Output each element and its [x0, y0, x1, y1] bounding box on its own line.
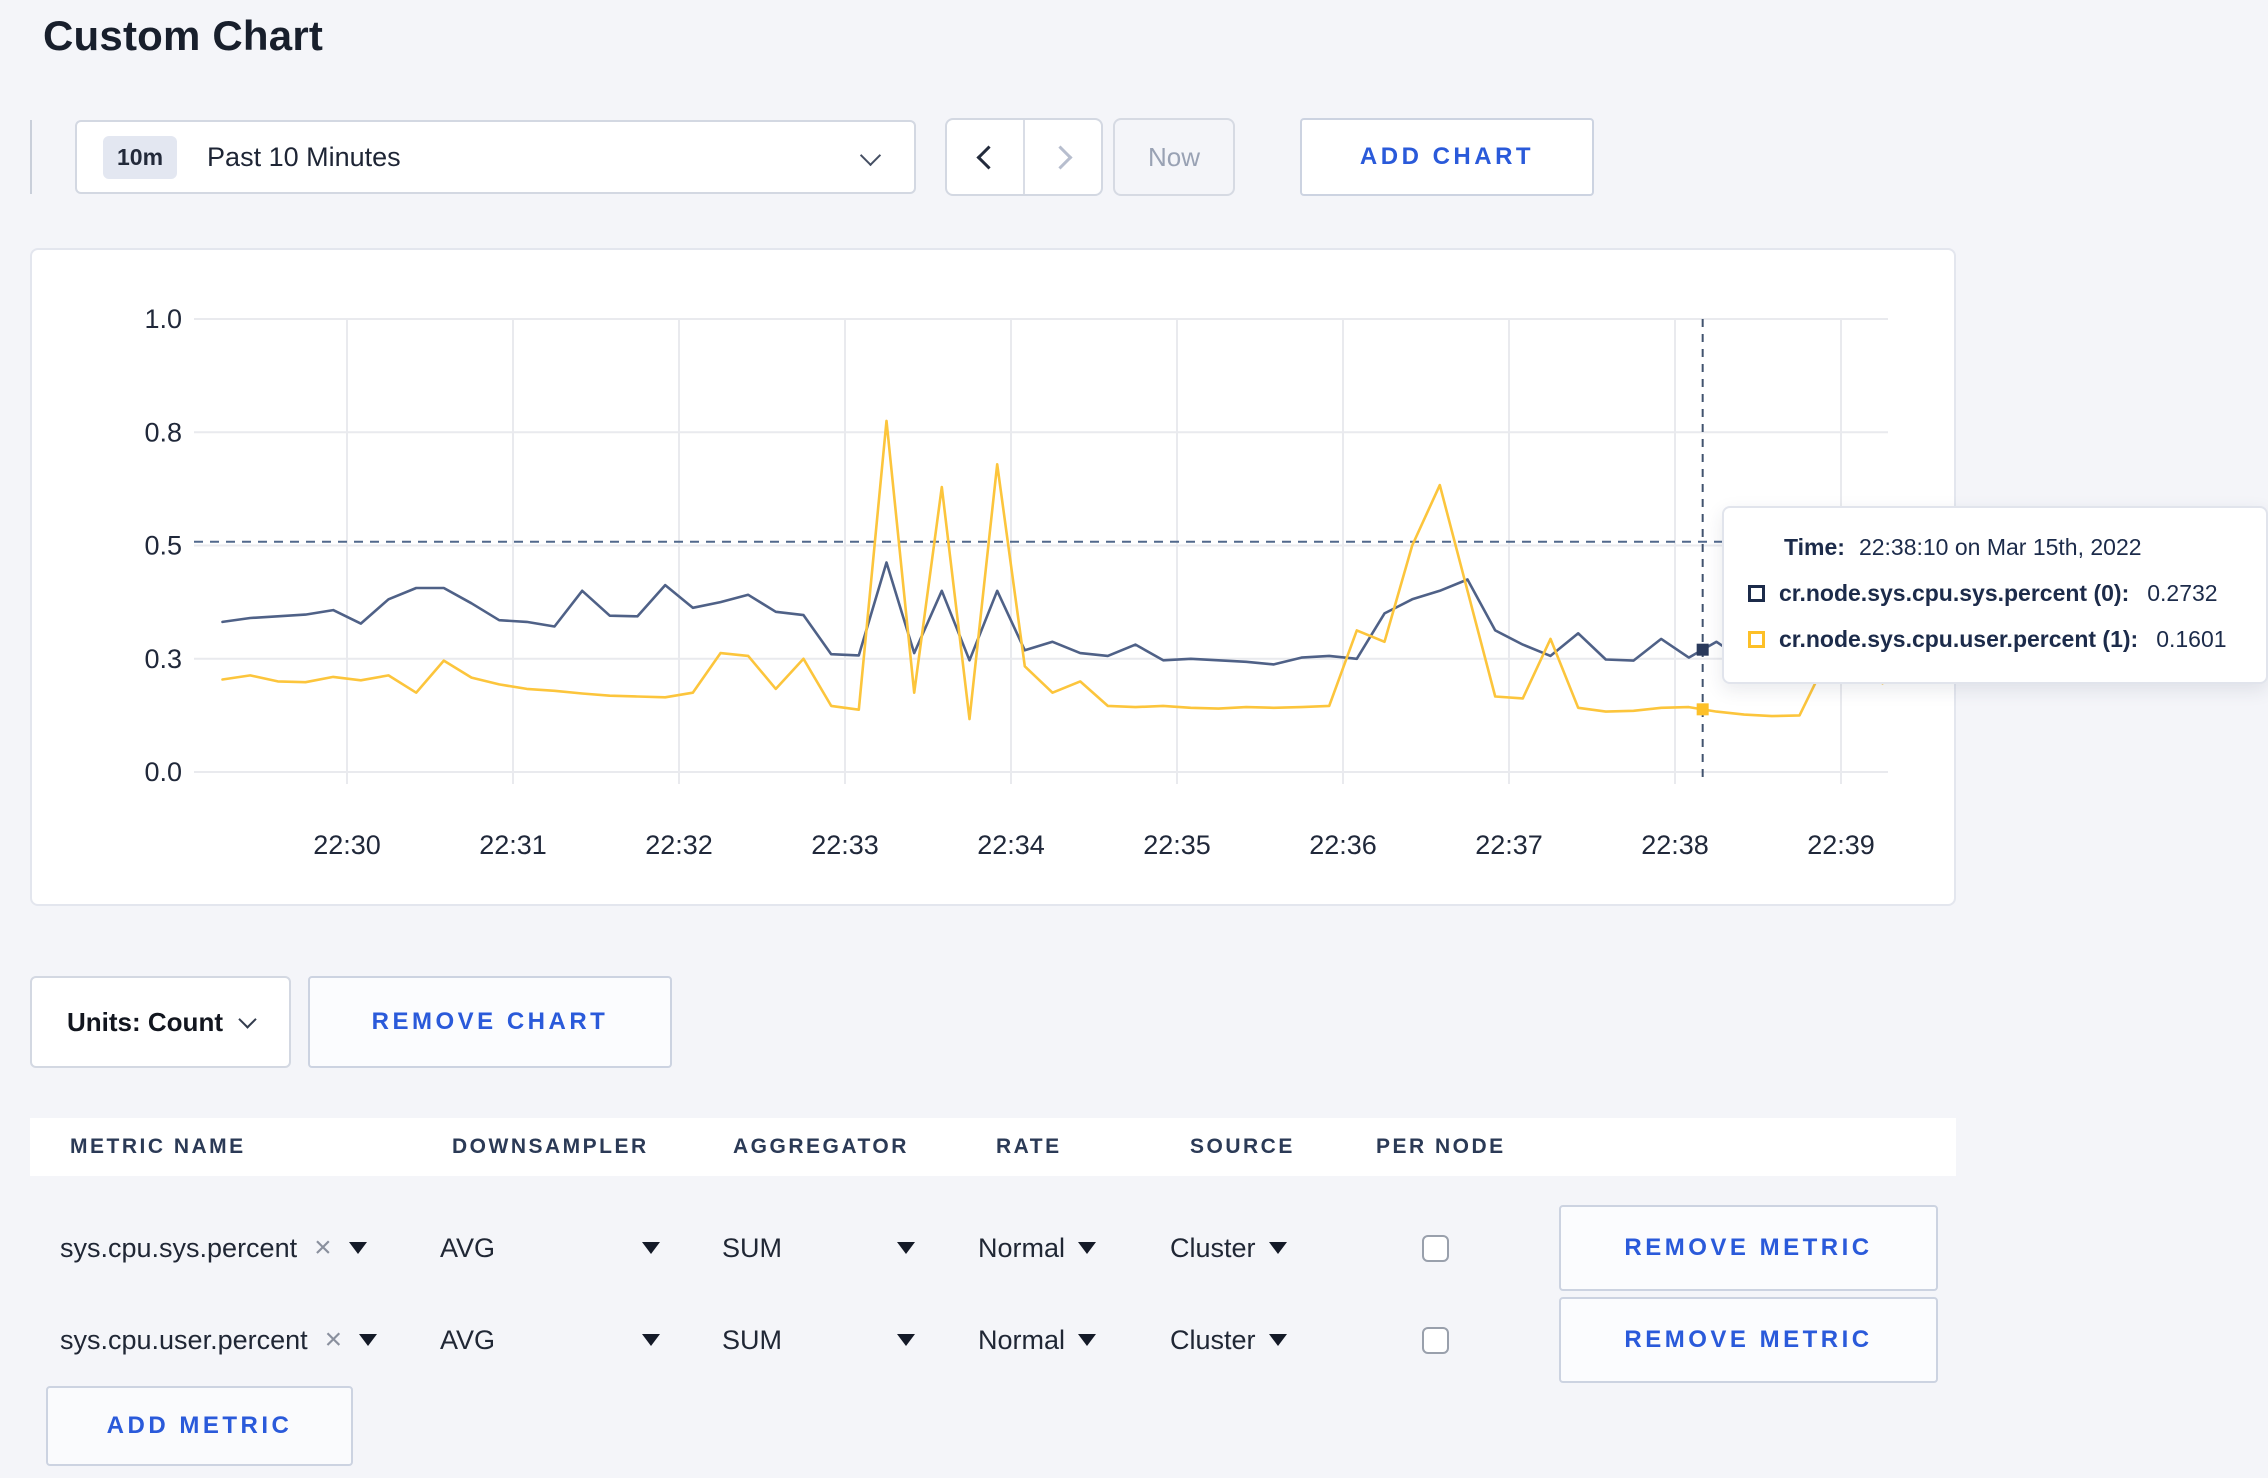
- source-value: Cluster: [1170, 1232, 1256, 1263]
- aggregator-value[interactable]: SUM: [722, 1204, 782, 1292]
- chevron-down-icon: [238, 1009, 257, 1029]
- y-axis-label: 0.0: [144, 757, 182, 787]
- header-rate: RATE: [996, 1135, 1062, 1158]
- dropdown-caret-icon: [897, 1242, 915, 1254]
- rate-value: Normal: [978, 1324, 1066, 1355]
- units-label: Units: Count: [67, 1006, 223, 1037]
- aggregator-value[interactable]: SUM: [722, 1296, 782, 1384]
- time-range-select[interactable]: 10m Past 10 Minutes: [75, 120, 916, 194]
- time-nav-group: [945, 118, 1103, 196]
- dropdown-caret-icon: [1268, 1242, 1287, 1254]
- dropdown-caret-icon: [1268, 1334, 1287, 1346]
- page-title: Custom Chart: [43, 12, 324, 59]
- now-button[interactable]: Now: [1113, 118, 1235, 196]
- tooltip-series-row: cr.node.sys.cpu.sys.percent (0): 0.2732: [1748, 580, 2240, 607]
- metric-name-select[interactable]: sys.cpu.sys.percent ×: [60, 1204, 367, 1292]
- rate-value: Normal: [978, 1232, 1066, 1263]
- chart-card: 0.0 0.3 0.5 0.8 1.0 22:30 22:31 22:32 22:33 22:34…: [30, 248, 1956, 906]
- dropdown-caret-icon: [1078, 1334, 1097, 1346]
- x-axis-label: 22:31: [479, 830, 547, 860]
- header-source: SOURCE: [1190, 1135, 1295, 1158]
- next-time-button[interactable]: [1023, 120, 1101, 194]
- dropdown-caret-icon: [642, 1242, 660, 1254]
- chevron-left-icon: [975, 144, 1001, 170]
- tooltip-series-value: 0.1601: [2156, 626, 2227, 652]
- toolbar-left-divider: [30, 120, 32, 194]
- dropdown-caret-icon: [897, 1334, 915, 1346]
- tooltip-time-value: 22:38:10 on Mar 15th, 2022: [1858, 534, 2142, 560]
- time-range-label: Past 10 Minutes: [207, 141, 401, 172]
- source-value: Cluster: [1170, 1324, 1256, 1355]
- chart-plot-area[interactable]: [194, 319, 1888, 772]
- units-select[interactable]: Units: Count: [30, 976, 291, 1068]
- tooltip-series-row: cr.node.sys.cpu.user.percent (1): 0.1601: [1748, 626, 2240, 653]
- aggregator-select[interactable]: [897, 1204, 915, 1292]
- y-axis-label: 0.8: [144, 417, 182, 447]
- tooltip-time-label: Time:: [1784, 534, 1845, 560]
- y-axis-label: 1.0: [144, 304, 182, 334]
- time-range-badge: 10m: [103, 135, 178, 179]
- dropdown-caret-icon[interactable]: [359, 1334, 378, 1346]
- metric-name-select[interactable]: sys.cpu.user.percent ×: [60, 1296, 378, 1384]
- x-axis-label: 22:39: [1807, 830, 1875, 860]
- downsampler-select[interactable]: [642, 1296, 660, 1384]
- chevron-right-icon: [1047, 144, 1073, 170]
- header-aggregator: AGGREGATOR: [733, 1135, 909, 1158]
- source-select[interactable]: Cluster: [1170, 1296, 1287, 1384]
- tooltip-series-name: cr.node.sys.cpu.user.percent (1):: [1779, 626, 2139, 652]
- metrics-table-header: METRIC NAME DOWNSAMPLER AGGREGATOR RATE …: [30, 1118, 1956, 1176]
- x-axis-label: 22:33: [811, 830, 879, 860]
- x-axis-label: 22:34: [977, 830, 1045, 860]
- x-axis-label: 22:38: [1641, 830, 1709, 860]
- metric-name-value: sys.cpu.sys.percent: [60, 1232, 298, 1263]
- metric-table-row: sys.cpu.user.percent × AVG SUM Normal Cl…: [30, 1296, 2268, 1384]
- source-select[interactable]: Cluster: [1170, 1204, 1287, 1292]
- x-axis-label: 22:30: [313, 830, 381, 860]
- remove-metric-button[interactable]: REMOVE METRIC: [1559, 1205, 1938, 1291]
- y-axis-label: 0.3: [144, 644, 182, 674]
- rate-select[interactable]: Normal: [978, 1204, 1097, 1292]
- rate-select[interactable]: Normal: [978, 1296, 1097, 1384]
- downsampler-value[interactable]: AVG: [440, 1204, 495, 1292]
- prev-time-button[interactable]: [947, 120, 1023, 194]
- x-axis-label: 22:36: [1309, 830, 1377, 860]
- custom-chart-page: Custom Chart 10m Past 10 Minutes Now ADD…: [0, 0, 2268, 1478]
- header-per-node: PER NODE: [1376, 1135, 1506, 1158]
- metric-name-value: sys.cpu.user.percent: [60, 1324, 308, 1355]
- x-axis-label: 22:32: [645, 830, 713, 860]
- per-node-checkbox[interactable]: [1422, 1234, 1449, 1262]
- dropdown-caret-icon: [1078, 1242, 1097, 1254]
- per-node-cell: [1422, 1296, 1449, 1384]
- add-chart-button[interactable]: ADD CHART: [1300, 118, 1594, 196]
- clear-metric-icon[interactable]: ×: [314, 1233, 332, 1263]
- chevron-down-icon: [859, 144, 882, 167]
- tooltip-series-value: 0.2732: [2147, 580, 2218, 606]
- per-node-checkbox[interactable]: [1422, 1326, 1449, 1354]
- tooltip-time-row: Time: 22:38:10 on Mar 15th, 2022: [1784, 534, 2240, 561]
- x-axis-label: 22:37: [1475, 830, 1543, 860]
- downsampler-select[interactable]: [642, 1204, 660, 1292]
- dropdown-caret-icon[interactable]: [348, 1242, 367, 1254]
- downsampler-value[interactable]: AVG: [440, 1296, 495, 1384]
- dropdown-caret-icon: [642, 1334, 660, 1346]
- aggregator-select[interactable]: [897, 1296, 915, 1384]
- header-metric-name: METRIC NAME: [70, 1135, 246, 1158]
- tooltip-series-name: cr.node.sys.cpu.sys.percent (0):: [1779, 580, 2130, 606]
- x-axis-label: 22:35: [1143, 830, 1211, 860]
- per-node-cell: [1422, 1204, 1449, 1292]
- y-axis-label: 0.5: [144, 531, 182, 561]
- metric-table-row: sys.cpu.sys.percent × AVG SUM Normal Clu…: [30, 1204, 2268, 1292]
- user-series-swatch-icon: [1748, 631, 1765, 648]
- sys-series-swatch-icon: [1748, 585, 1765, 602]
- remove-chart-button[interactable]: REMOVE CHART: [308, 976, 672, 1068]
- clear-metric-icon[interactable]: ×: [325, 1325, 343, 1355]
- remove-metric-button[interactable]: REMOVE METRIC: [1559, 1297, 1938, 1383]
- header-downsampler: DOWNSAMPLER: [452, 1135, 649, 1158]
- add-metric-button[interactable]: ADD METRIC: [46, 1386, 353, 1466]
- chart-svg[interactable]: 0.0 0.3 0.5 0.8 1.0 22:30 22:31 22:32 22:33 22:34…: [32, 250, 1954, 904]
- chart-hover-tooltip: Time: 22:38:10 on Mar 15th, 2022 cr.node…: [1722, 506, 2268, 684]
